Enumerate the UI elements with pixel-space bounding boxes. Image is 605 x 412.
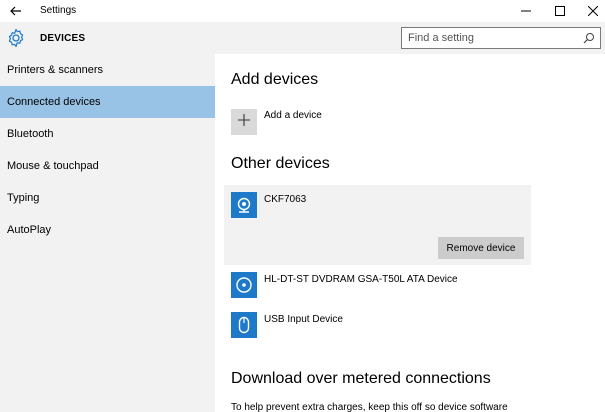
window-title: Settings: [40, 5, 77, 16]
other-devices-heading: Other devices: [231, 155, 330, 172]
sidebar-item-autoplay[interactable]: AutoPlay: [0, 214, 215, 246]
download-metered-heading: Download over metered connections: [231, 370, 491, 387]
gear-icon: [6, 28, 26, 48]
device-name: CKF7063: [264, 194, 307, 205]
webcam-icon: [231, 192, 257, 218]
mouse-icon[interactable]: [231, 312, 257, 338]
app-header: DEVICES: [0, 22, 605, 54]
search-input[interactable]: [402, 28, 580, 48]
disc-drive-icon[interactable]: [231, 272, 257, 298]
search-box[interactable]: [401, 27, 601, 49]
sidebar-item-bluetooth[interactable]: Bluetooth: [0, 118, 215, 150]
device-name[interactable]: HL-DT-ST DVDRAM GSA-T50L ATA Device: [264, 274, 458, 285]
title-bar: Settings: [0, 0, 605, 22]
sidebar-item-mouse-touchpad[interactable]: Mouse & touchpad: [0, 150, 215, 182]
sidebar: Printers & scanners Connected devices Bl…: [0, 54, 215, 412]
back-arrow-icon[interactable]: [8, 3, 24, 19]
add-device-label[interactable]: Add a device: [264, 110, 322, 121]
maximize-button[interactable]: [547, 2, 573, 20]
plus-icon: [237, 113, 251, 132]
sidebar-item-typing[interactable]: Typing: [0, 182, 215, 214]
sidebar-item-printers-scanners[interactable]: Printers & scanners: [0, 54, 215, 86]
remove-device-button[interactable]: Remove device: [438, 237, 524, 259]
add-device-button[interactable]: [231, 109, 257, 135]
search-icon[interactable]: [582, 31, 596, 45]
close-button[interactable]: [580, 2, 605, 20]
add-devices-heading: Add devices: [231, 71, 319, 88]
device-name[interactable]: USB Input Device: [264, 314, 343, 325]
page-title: DEVICES: [40, 33, 86, 44]
main-content: Add devices Add a device Other devices C…: [215, 54, 605, 412]
sidebar-item-connected-devices[interactable]: Connected devices: [0, 86, 215, 118]
minimize-button[interactable]: [513, 2, 539, 20]
download-description: To help prevent extra charges, keep this…: [231, 402, 508, 412]
